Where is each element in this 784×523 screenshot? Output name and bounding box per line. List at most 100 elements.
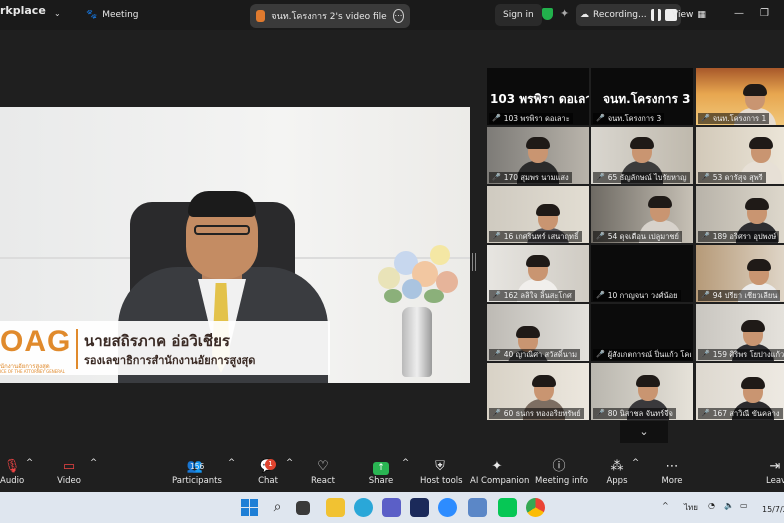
participant-tile[interactable]: 🎤 53 ดารัสุจ สุพรี xyxy=(696,127,784,184)
participant-tile[interactable]: 🎤 159 ศิริพร โยปางแก้ว xyxy=(696,304,784,361)
video-options-caret-icon[interactable]: ^ xyxy=(90,458,97,468)
file-explorer-icon[interactable] xyxy=(326,498,345,517)
participant-label: 🎤 จนท.โครงการ 1 xyxy=(698,113,770,124)
participant-name: ผู้สังเกตการณ์ ปิ่นแก้ว โคต... xyxy=(607,350,691,359)
mic-muted-icon: 🎤 xyxy=(596,114,605,122)
volume-icon[interactable]: 🔈 xyxy=(724,501,734,510)
more-button[interactable]: ⋯ More xyxy=(660,458,684,486)
zoom-icon[interactable] xyxy=(438,498,457,517)
participant-name: 10 กาญจนา วงศ์น้อย xyxy=(607,291,678,300)
participants-button[interactable]: 👥 156 Participants xyxy=(172,458,222,486)
mic-muted-icon: 🎤 xyxy=(492,232,501,240)
pause-recording-icon[interactable] xyxy=(650,9,661,21)
participant-tile[interactable]: จนท.โครงการ 3 🎤 จนท.โครงการ 3 xyxy=(591,68,693,125)
chat-options-caret-icon[interactable]: ^ xyxy=(286,458,293,468)
audio-options-caret-icon[interactable]: ^ xyxy=(26,458,33,468)
mic-muted-icon: 🎤 xyxy=(492,114,501,122)
banner-divider xyxy=(76,329,78,369)
participant-label: 🎤 103 พรพิรา ดอเลาะ xyxy=(489,113,573,124)
participants-options-caret-icon[interactable]: ^ xyxy=(228,458,235,468)
panel-resize-handle[interactable] xyxy=(472,253,476,271)
start-icon[interactable] xyxy=(240,498,259,517)
host-tools-button[interactable]: ⛨ Host tools xyxy=(420,458,463,486)
document-icon[interactable] xyxy=(468,498,487,517)
paw-icon: 🐾 xyxy=(86,10,98,20)
participant-tile[interactable]: 🎤 16 เกศรินทร์ เสนาฤทธิ์ xyxy=(487,186,589,243)
ai-companion-button[interactable]: ✦ AI Companion xyxy=(470,458,529,486)
participant-tile[interactable]: 🎤 170 สุมพร นามแสง xyxy=(487,127,589,184)
apps-button[interactable]: ⁂ Apps xyxy=(606,458,628,486)
participant-tile[interactable]: 🎤 162 ลลิใจ ลิ้นสะโกศ xyxy=(487,245,589,302)
participant-tile[interactable]: 🎤 65 ธัญลักษณ์ ไบรัยหาญ xyxy=(591,127,693,184)
participant-tile[interactable]: 🎤 54 ดุจเดือน เปลูมาชย์ xyxy=(591,186,693,243)
input-language[interactable]: ไทย xyxy=(684,501,698,514)
recording-indicator: ☁ Recording... xyxy=(576,4,681,26)
battery-icon[interactable]: ▭ xyxy=(740,501,748,510)
edge-browser-icon[interactable] xyxy=(354,498,373,517)
chat-button[interactable]: 💬 1 Chat xyxy=(256,458,280,486)
more-options-icon[interactable]: ⋯ xyxy=(392,9,404,23)
participant-label: 🎤 16 เกศรินทร์ เสนาฤทธิ์ xyxy=(489,231,582,242)
search-icon[interactable]: ⌕ xyxy=(268,498,287,517)
participant-name: 54 ดุจเดือน เปลูมาชย์ xyxy=(607,232,679,241)
participant-tile[interactable]: 🎤ผู้สังเกตการณ์ ปิ่นแก้ว โคต... xyxy=(591,304,693,361)
wifi-icon[interactable]: ◔ xyxy=(708,501,715,510)
participant-tile-active[interactable]: 🎤 จนท.โครงการ 1 xyxy=(696,68,784,125)
app-w-icon[interactable] xyxy=(410,498,429,517)
clock-date[interactable]: 15/7/2 xyxy=(762,505,784,514)
chat-unread-badge: 1 xyxy=(265,459,276,470)
view-label: View xyxy=(672,10,694,20)
more-icon: ⋯ xyxy=(665,459,679,474)
flower-arrangement xyxy=(372,237,464,307)
video-file-pill[interactable]: จนท.โครงการ 2's video file ⋯ xyxy=(250,4,410,28)
meeting-tab[interactable]: 🐾 Meeting xyxy=(86,10,139,20)
video-button[interactable]: ▭ Video xyxy=(56,458,82,486)
mic-muted-icon: 🎤 xyxy=(701,173,710,181)
view-button[interactable]: View ▦ xyxy=(672,10,706,20)
tray-chevron-icon[interactable]: ^ xyxy=(662,501,669,510)
teams-icon[interactable] xyxy=(382,498,401,517)
react-label: React xyxy=(311,476,335,486)
participant-tile[interactable]: 🎤 94 ปรียา เชียวเลียน xyxy=(696,245,784,302)
apps-options-caret-icon[interactable]: ^ xyxy=(632,458,639,468)
participant-gallery: 103 พรพิรา ดอเลาะ 🎤 103 พรพิรา ดอเลาะ จนท… xyxy=(487,68,784,420)
main-speaker-video[interactable]: OAG นักงานอัยการสูงสุด ICE OF THE ATTORN… xyxy=(0,107,470,383)
meeting-info-button[interactable]: ⓘ Meeting info xyxy=(535,458,588,486)
gallery-expand-chevron-icon[interactable]: ⌄ xyxy=(620,421,668,443)
share-button[interactable]: ↑ Share xyxy=(368,458,394,486)
participant-label: 🎤 162 ลลิใจ ลิ้นสะโกศ xyxy=(489,290,575,301)
participant-tile[interactable]: 🎤 167 สาวิณี ขันคลาง xyxy=(696,363,784,420)
participant-tile[interactable]: 🎤 189 อริศรา อุปพงษ์ xyxy=(696,186,784,243)
mic-off-icon: 🎙 xyxy=(3,459,21,474)
audio-button[interactable]: 🎙 Audio xyxy=(0,458,24,486)
grid-icon: ▦ xyxy=(697,10,706,20)
participant-name: จนท.โครงการ 1 xyxy=(712,114,767,123)
minimize-icon[interactable]: — xyxy=(734,8,744,19)
participant-tile[interactable]: 🎤 60 ธนกร ทองอริยทรัพย์ xyxy=(487,363,589,420)
participant-name: 40 ญาณิศา สวัสดิ์นาม xyxy=(503,350,578,359)
participant-tile[interactable]: 🎤 40 ญาณิศา สวัสดิ์นาม xyxy=(487,304,589,361)
chrome-icon[interactable] xyxy=(526,498,545,517)
line-app-icon[interactable] xyxy=(498,498,517,517)
chevron-down-icon[interactable]: ⌄ xyxy=(54,9,61,18)
task-view-icon[interactable] xyxy=(296,501,310,515)
leave-icon: ⇥ xyxy=(769,459,781,474)
restore-icon[interactable]: ❐ xyxy=(760,8,769,19)
mic-muted-icon: 🎤 xyxy=(492,350,501,358)
silver-vase xyxy=(402,307,432,377)
sparkle-icon[interactable]: ✦ xyxy=(560,7,569,20)
leave-button[interactable]: ⇥ Leave xyxy=(766,458,784,486)
mic-muted-icon: 🎤 xyxy=(492,173,501,181)
sign-in-button[interactable]: Sign in xyxy=(495,4,542,26)
participant-name: 162 ลลิใจ ลิ้นสะโกศ xyxy=(503,291,572,300)
participant-tile[interactable]: 103 พรพิรา ดอเลาะ 🎤 103 พรพิรา ดอเลาะ xyxy=(487,68,589,125)
participant-name: 53 ดารัสุจ สุพรี xyxy=(712,173,763,182)
video-label: Video xyxy=(57,476,81,486)
react-button[interactable]: ♡ React xyxy=(310,458,336,486)
chat-label: Chat xyxy=(258,476,278,486)
participant-name: 65 ธัญลักษณ์ ไบรัยหาญ xyxy=(607,173,687,182)
participant-tile[interactable]: 🎤 10 กาญจนา วงศ์น้อย xyxy=(591,245,693,302)
security-shield-icon[interactable] xyxy=(542,8,553,20)
share-options-caret-icon[interactable]: ^ xyxy=(402,458,409,468)
participant-tile[interactable]: 🎤 80 นิสาชล จันทร์จีจ xyxy=(591,363,693,420)
